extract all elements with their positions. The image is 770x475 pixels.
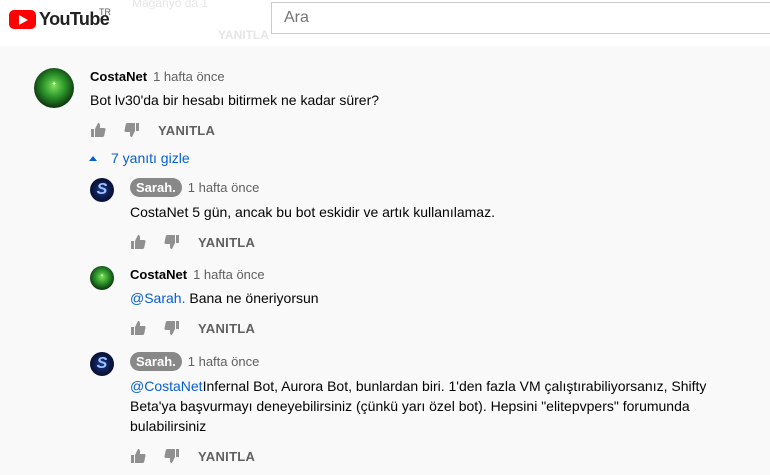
avatar[interactable]: ✦ [90, 266, 114, 290]
mention-link[interactable]: @CostaNet [130, 378, 203, 394]
avatar[interactable]: ✦ [34, 68, 74, 108]
masthead: YouTube TR Maganyo da 1 YANITLA [0, 0, 770, 46]
comment-text: Bot lv30'da bir hesabı bitirmek ne kadar… [90, 92, 380, 108]
youtube-logo[interactable]: YouTube TR [9, 7, 111, 30]
comment-header: CostaNet 1 hafta önce [90, 69, 225, 84]
author-badge[interactable]: Sarah. [130, 352, 182, 371]
comment-text: CostaNet 5 gün, ancak bu bot eskidir ve … [130, 204, 495, 220]
author-name[interactable]: CostaNet [130, 267, 187, 282]
sarah-avatar-icon: S [96, 181, 108, 198]
reply-button[interactable]: YANITLA [198, 321, 255, 336]
hide-replies-button[interactable]: 7 yanıtı gizle [89, 150, 190, 166]
timestamp[interactable]: 1 hafta önce [193, 267, 265, 282]
avatar[interactable]: S [90, 352, 114, 376]
costanet-avatar-icon: ✦ [99, 273, 105, 280]
comment-body: Infernal Bot, Aurora Bot, bunlardan biri… [130, 378, 707, 434]
faded-reply-label: YANITLA [218, 28, 269, 42]
chevron-up-icon [89, 155, 97, 161]
dislike-icon[interactable] [164, 448, 180, 464]
comment-header: CostaNet 1 hafta önce [130, 267, 265, 282]
author-badge[interactable]: Sarah. [130, 178, 182, 197]
comment-text: @CostaNetInfernal Bot, Aurora Bot, bunla… [130, 376, 730, 436]
dislike-icon[interactable] [124, 122, 140, 138]
sarah-avatar-icon: S [96, 355, 108, 372]
reply-button[interactable]: YANITLA [158, 123, 215, 138]
author-name[interactable]: CostaNet [90, 69, 147, 84]
avatar[interactable]: S [90, 178, 114, 202]
timestamp[interactable]: 1 hafta önce [188, 180, 260, 195]
comment-header: Sarah. 1 hafta önce [130, 352, 259, 371]
comment-actions: YANITLA [90, 122, 215, 138]
like-icon[interactable] [90, 122, 106, 138]
like-icon[interactable] [130, 320, 146, 336]
search-input[interactable] [272, 3, 770, 33]
region-code: TR [99, 7, 111, 17]
faded-text: Maganyo da 1 [132, 0, 209, 10]
comment-body: Bana ne öneriyorsun [185, 290, 319, 306]
timestamp[interactable]: 1 hafta önce [188, 354, 260, 369]
comment-header: Sarah. 1 hafta önce [130, 178, 259, 197]
comment-actions: YANITLA [130, 320, 255, 336]
mention-link[interactable]: @Sarah. [130, 290, 185, 306]
hide-replies-label: 7 yanıtı gizle [111, 150, 190, 166]
dislike-icon[interactable] [164, 234, 180, 250]
search-box[interactable] [271, 2, 770, 34]
dislike-icon[interactable] [164, 320, 180, 336]
like-icon[interactable] [130, 234, 146, 250]
page: YouTube TR Maganyo da 1 YANITLA ✦ CostaN… [0, 0, 770, 475]
comment-actions: YANITLA [130, 234, 255, 250]
comment-text: @Sarah. Bana ne öneriyorsun [130, 288, 760, 308]
comment-actions: YANITLA [130, 448, 255, 464]
play-icon [9, 9, 36, 29]
costanet-avatar-icon: ✦ [51, 81, 57, 88]
timestamp[interactable]: 1 hafta önce [153, 69, 225, 84]
reply-button[interactable]: YANITLA [198, 235, 255, 250]
reply-button[interactable]: YANITLA [198, 449, 255, 464]
like-icon[interactable] [130, 448, 146, 464]
